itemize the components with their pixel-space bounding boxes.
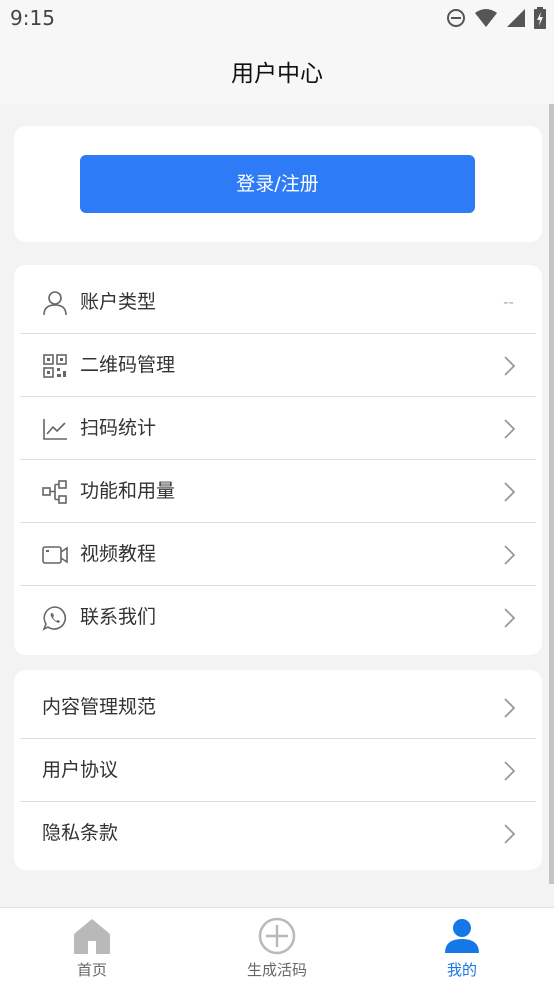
dnd-icon bbox=[447, 9, 465, 27]
menu-item-label: 用户协议 bbox=[42, 759, 119, 781]
menu-item-scan-statistics[interactable]: 扫码统计 bbox=[20, 397, 536, 460]
title-bar: 用户中心 bbox=[0, 38, 554, 104]
add-circle-icon bbox=[258, 917, 296, 955]
scrollbar[interactable] bbox=[549, 104, 554, 884]
menu-item-label: 内容管理规范 bbox=[42, 696, 157, 718]
tab-label: 生成活码 bbox=[246, 961, 307, 979]
line-chart-icon bbox=[43, 419, 67, 440]
bottom-tab-bar: 首页 生成活码 我的 bbox=[0, 907, 554, 985]
menu-item-label: 隐私条款 bbox=[42, 822, 119, 844]
profile-icon bbox=[445, 919, 479, 953]
chevron-right-icon bbox=[504, 545, 516, 565]
login-card: 登录/注册 bbox=[14, 126, 542, 242]
tab-label: 我的 bbox=[446, 961, 477, 979]
chevron-right-icon bbox=[504, 761, 516, 781]
battery-charging-icon bbox=[534, 7, 546, 29]
chevron-right-icon bbox=[504, 608, 516, 628]
menu-item-content-guidelines[interactable]: 内容管理规范 bbox=[20, 676, 536, 739]
home-icon bbox=[74, 919, 110, 954]
menu-item-label: 扫码统计 bbox=[80, 417, 157, 439]
feature-tree-icon bbox=[42, 480, 67, 504]
menu-item-account-type[interactable]: 账户类型 -- bbox=[20, 271, 536, 334]
login-register-button[interactable]: 登录/注册 bbox=[80, 155, 475, 213]
chevron-right-icon bbox=[504, 356, 516, 376]
tab-mine[interactable]: 我的 bbox=[397, 908, 527, 985]
menu-item-video-tutorial[interactable]: 视频教程 bbox=[20, 523, 536, 586]
signal-icon bbox=[507, 9, 525, 27]
video-camera-icon bbox=[42, 546, 68, 564]
chevron-right-icon bbox=[504, 698, 516, 718]
tab-home[interactable]: 首页 bbox=[27, 908, 157, 985]
menu-item-label: 功能和用量 bbox=[80, 480, 176, 502]
menu-item-label: 账户类型 bbox=[80, 291, 157, 313]
qrcode-icon bbox=[43, 354, 67, 378]
menu-item-label: 视频教程 bbox=[80, 543, 157, 565]
account-menu-card: 账户类型 -- 二维码管理 扫码统计 功能和用量 视频教程 联系我们 bbox=[14, 265, 542, 655]
chevron-right-icon bbox=[504, 482, 516, 502]
wifi-icon bbox=[475, 9, 497, 27]
user-icon bbox=[43, 291, 67, 316]
menu-item-privacy-policy[interactable]: 隐私条款 bbox=[20, 802, 536, 865]
policy-menu-card: 内容管理规范 用户协议 隐私条款 bbox=[14, 670, 542, 870]
chevron-right-icon bbox=[504, 824, 516, 844]
menu-item-label: 联系我们 bbox=[80, 606, 157, 628]
tab-generate-code[interactable]: 生成活码 bbox=[212, 908, 342, 985]
chevron-right-icon bbox=[504, 419, 516, 439]
menu-item-label: 二维码管理 bbox=[80, 354, 176, 376]
menu-item-contact-us[interactable]: 联系我们 bbox=[20, 586, 536, 649]
whatsapp-icon bbox=[42, 606, 67, 631]
account-type-value: -- bbox=[503, 293, 514, 311]
page-title: 用户中心 bbox=[231, 61, 323, 87]
menu-item-features-usage[interactable]: 功能和用量 bbox=[20, 460, 536, 523]
menu-item-user-agreement[interactable]: 用户协议 bbox=[20, 739, 536, 802]
menu-item-qrcode-management[interactable]: 二维码管理 bbox=[20, 334, 536, 397]
status-time: 9:15 bbox=[10, 6, 55, 30]
tab-label: 首页 bbox=[76, 961, 107, 979]
status-bar: 9:15 bbox=[0, 0, 554, 38]
status-icons bbox=[446, 7, 546, 29]
